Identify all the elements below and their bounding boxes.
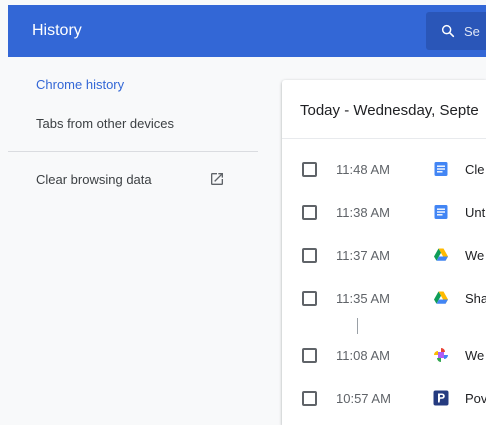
entry-time: 11:35 AM xyxy=(336,291,390,306)
sidebar: Chrome history Tabs from other devices C… xyxy=(8,57,258,425)
entry-time: 11:48 AM xyxy=(336,162,390,177)
google-docs-icon xyxy=(434,162,448,176)
paypal-icon xyxy=(433,390,449,406)
history-date-header: Today - Wednesday, Septe xyxy=(282,80,486,139)
time-gap-divider xyxy=(357,318,358,334)
entry-time: 10:57 AM xyxy=(336,391,391,406)
entry-time: 11:08 AM xyxy=(336,348,390,363)
entry-time: 11:38 AM xyxy=(336,205,390,220)
entry-title[interactable]: Pov xyxy=(465,391,486,406)
date-header-title: Today - Wednesday, Septe xyxy=(300,102,479,119)
history-entry[interactable]: 11:38 AM Unt xyxy=(282,193,486,233)
history-entry[interactable]: 11:08 AM We xyxy=(282,336,486,376)
google-docs-icon xyxy=(434,205,448,219)
page-title: History xyxy=(32,22,82,39)
history-entry[interactable]: 11:37 AM We xyxy=(282,236,486,276)
entry-checkbox[interactable] xyxy=(302,348,317,363)
history-entry[interactable]: 10:57 AM Pov xyxy=(282,379,486,419)
open-in-new-icon[interactable] xyxy=(209,171,225,187)
search-icon[interactable] xyxy=(440,23,456,39)
sidebar-divider xyxy=(8,151,258,152)
history-entry[interactable]: 11:35 AM Sha xyxy=(282,279,486,319)
entry-checkbox[interactable] xyxy=(302,248,317,263)
sidebar-item-tabs-from-other-devices[interactable]: Tabs from other devices xyxy=(36,116,174,131)
history-entry[interactable]: 11:48 AM Cle xyxy=(282,150,486,190)
search-input[interactable] xyxy=(464,12,486,50)
entry-time: 11:37 AM xyxy=(336,248,390,263)
google-photos-icon xyxy=(434,348,448,362)
top-toolbar: History xyxy=(8,5,486,57)
entry-checkbox[interactable] xyxy=(302,391,317,406)
entry-title[interactable]: Unt xyxy=(465,205,485,220)
entry-checkbox[interactable] xyxy=(302,291,317,306)
google-drive-icon xyxy=(434,291,448,304)
entry-title[interactable]: Cle xyxy=(465,162,485,177)
entry-checkbox[interactable] xyxy=(302,205,317,220)
entry-title[interactable]: We xyxy=(465,248,484,263)
entry-title[interactable]: Sha xyxy=(465,291,486,306)
search-box[interactable] xyxy=(426,12,486,50)
sidebar-item-chrome-history[interactable]: Chrome history xyxy=(36,77,124,92)
entry-checkbox[interactable] xyxy=(302,162,317,177)
sidebar-item-clear-browsing-data[interactable]: Clear browsing data xyxy=(36,172,152,187)
history-card: Today - Wednesday, Septe 11:48 AM Cle 11… xyxy=(282,80,486,425)
google-drive-icon xyxy=(434,248,448,261)
entry-title[interactable]: We xyxy=(465,348,484,363)
